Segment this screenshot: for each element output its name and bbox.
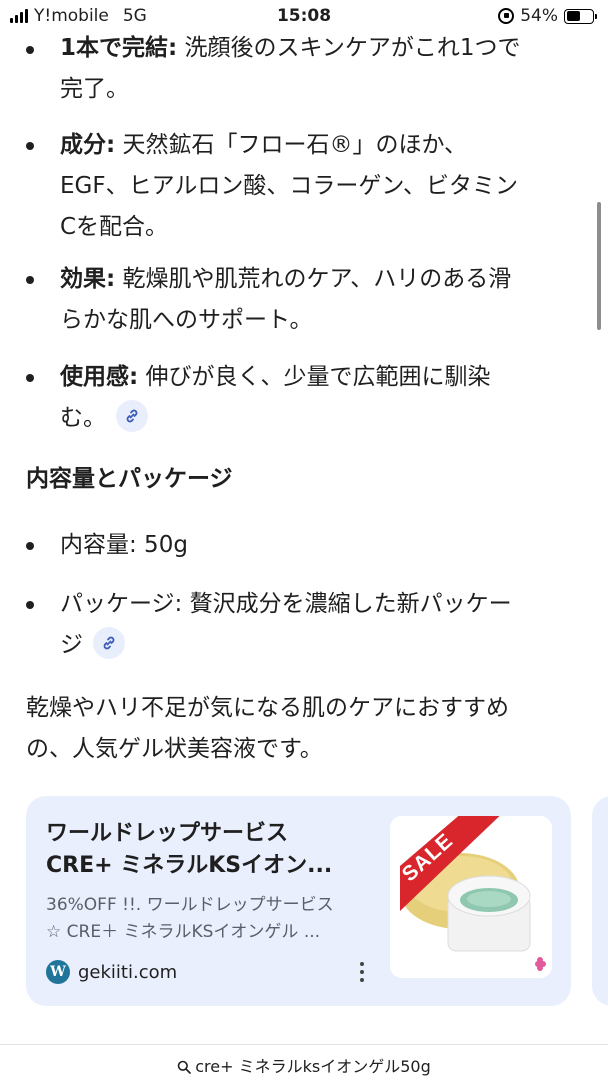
search-query-display[interactable]: cre+ ミネラルksイオンゲル50g <box>0 1053 608 1077</box>
product-thumbnail[interactable]: SALE <box>390 816 552 978</box>
summary-line: の、人気ゲル状美容液です。 <box>26 736 323 762</box>
list-item-body: 伸びが良く、少量で広範囲に馴染 <box>138 364 491 390</box>
list-item-text: パッケージ: 贅沢成分を濃縮した新パッケー ジ <box>60 584 576 666</box>
status-right: 54% <box>498 6 597 26</box>
list-item-body: らかな肌へのサポート。 <box>60 307 313 333</box>
source-domain: gekiiti.com <box>78 961 178 983</box>
list-item-text: 成分: 天然鉱石「フロー石®」のほか、 EGF、ヒアルロン酸、コラーゲン、ビタミ… <box>60 125 576 248</box>
list-item-body: 天然鉱石「フロー石®」のほか、 <box>115 132 468 158</box>
bullet-dot <box>26 374 34 382</box>
summary-paragraph: 乾燥やハリ不足が気になる肌のケアにおすすめ の、人気ゲル状美容液です。 <box>26 688 582 770</box>
list-item: 効果: 乾燥肌や肌荒れのケア、ハリのある滑 らかな肌へのサポート。 <box>26 259 576 341</box>
list-item-body: EGF、ヒアルロン酸、コラーゲン、ビタミン <box>60 173 518 199</box>
list-item-label: 成分: <box>60 132 116 158</box>
card-desc-line: ☆ CRE＋ ミネラルKSイオンゲル ... <box>46 922 321 942</box>
list-item-label: 1本で完結: <box>60 35 178 61</box>
list-item-body: 洗顔後のスキンケアがこれ1つで <box>177 35 521 61</box>
list-item-body: む。 <box>60 405 106 431</box>
card-desc-line: 36%OFF !!. ワールドレップサービス <box>46 895 334 915</box>
list-item: 1本で完結: 洗顔後のスキンケアがこれ1つで 完了。 <box>26 28 576 110</box>
bullet-dot <box>26 276 34 284</box>
card-title[interactable]: ワールドレップサービス CRE+ ミネラルKSイオン... <box>46 818 376 882</box>
list-item: パッケージ: 贅沢成分を濃縮した新パッケー ジ <box>26 584 576 666</box>
wordpress-icon: W <box>46 960 70 984</box>
list-item-body: パッケージ: 贅沢成分を濃縮した新パッケー <box>60 591 512 617</box>
scrollbar[interactable] <box>597 202 601 330</box>
battery-icon <box>564 8 597 24</box>
bullet-dot <box>26 601 34 609</box>
source-link-button[interactable] <box>93 626 125 659</box>
search-query-text: cre+ ミネラルksイオンゲル50g <box>195 1057 431 1076</box>
list-item-label: 使用感: <box>60 364 139 390</box>
list-item-text: 使用感: 伸びが良く、少量で広範囲に馴染 む。 <box>60 357 576 439</box>
list-item-body: 乾燥肌や肌荒れのケア、ハリのある滑 <box>115 266 512 292</box>
summary-line: 乾燥やハリ不足が気になる肌のケアにおすすめ <box>26 695 509 721</box>
product-image <box>390 816 552 978</box>
bullet-dot <box>26 542 34 550</box>
card-source[interactable]: W gekiiti.com <box>46 960 177 984</box>
link-icon <box>103 636 115 649</box>
next-card-peek[interactable] <box>592 796 608 1006</box>
list-item-text: 内容量: 50g <box>60 532 188 558</box>
section-heading: 内容量とパッケージ <box>26 466 233 492</box>
orientation-lock-icon <box>498 8 515 24</box>
source-link-button[interactable] <box>116 399 148 432</box>
list-item-body: Cを配合。 <box>60 214 169 240</box>
more-vert-icon[interactable] <box>359 962 365 984</box>
search-icon <box>177 1060 192 1074</box>
list-item-text: 効果: 乾燥肌や肌荒れのケア、ハリのある滑 らかな肌へのサポート。 <box>60 259 576 341</box>
list-item: 内容量: 50g <box>26 525 576 566</box>
bullet-dot <box>26 142 34 150</box>
list-item: 使用感: 伸びが良く、少量で広範囲に馴染 む。 <box>26 357 576 439</box>
card-description: 36%OFF !!. ワールドレップサービス ☆ CRE＋ ミネラルKSイオンゲ… <box>46 892 376 946</box>
result-card[interactable]: ワールドレップサービス CRE+ ミネラルKSイオン... 36%OFF !!.… <box>26 796 571 1006</box>
bottom-search-bar[interactable]: cre+ ミネラルksイオンゲル50g <box>0 1044 608 1080</box>
list-item-text: 1本で完結: 洗顔後のスキンケアがこれ1つで 完了。 <box>60 28 576 110</box>
list-item-body: 完了。 <box>60 76 129 102</box>
battery-percent: 54% <box>520 6 558 26</box>
card-title-line: CRE+ ミネラルKSイオン... <box>46 853 333 878</box>
list-item-label: 効果: <box>60 266 116 292</box>
card-title-line: ワールドレップサービス <box>46 821 289 846</box>
list-item: 成分: 天然鉱石「フロー石®」のほか、 EGF、ヒアルロン酸、コラーゲン、ビタミ… <box>26 125 576 248</box>
bullet-dot <box>26 46 34 54</box>
link-icon <box>126 409 138 422</box>
list-item-body: ジ <box>60 632 83 658</box>
